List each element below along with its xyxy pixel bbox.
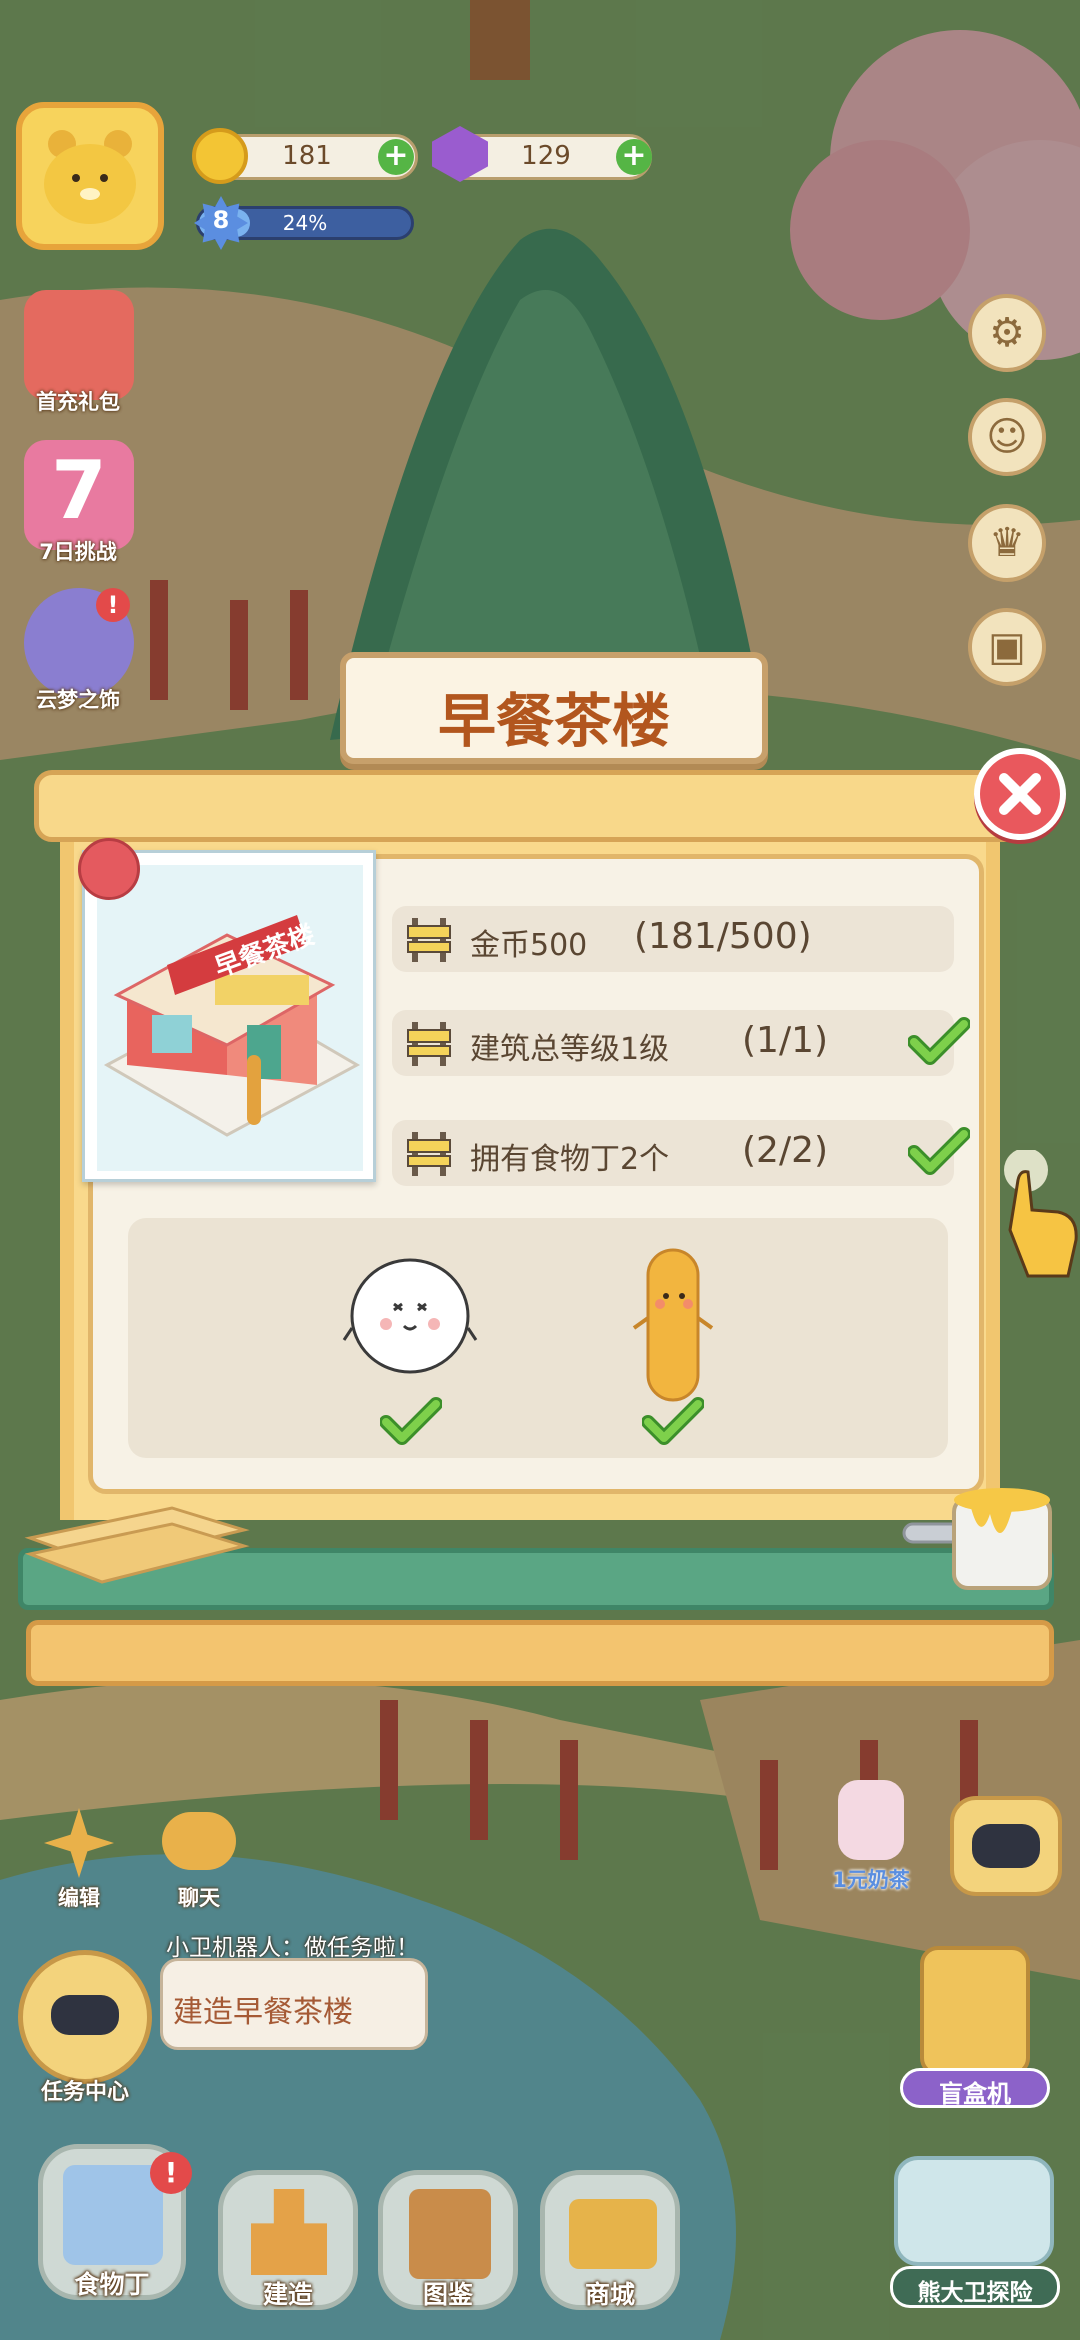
add-gems-button[interactable]: + <box>616 139 652 175</box>
seven-day-label: 7日挑战 <box>39 540 117 564</box>
task-center-label: 任务中心 <box>40 2080 129 2105</box>
cloud-dream-button[interactable]: ! 云梦之饰 <box>18 588 138 718</box>
shop-label: 商城 <box>584 2280 635 2309</box>
adventure-button[interactable]: 熊大卫探险 <box>878 2146 1072 2316</box>
task-bubble[interactable]: 建造早餐茶楼 <box>160 1958 428 2050</box>
chat-label: 聊天 <box>178 1886 220 1910</box>
backpack-button[interactable]: ▣ <box>968 608 1046 686</box>
shopping-cart-icon <box>569 2199 657 2269</box>
gift-pack-icon <box>24 290 134 400</box>
task-center-button[interactable]: 任务中心 <box>10 1950 160 2108</box>
encyclopedia-label: 图鉴 <box>422 2280 473 2309</box>
move-arrows-icon <box>44 1808 114 1878</box>
chat-face-icon: ☺ <box>986 414 1028 460</box>
build-label: 建造 <box>262 2280 313 2309</box>
trophy-icon: ♛ <box>989 520 1025 566</box>
milk-tea-label: 1元奶茶 <box>832 1868 910 1892</box>
add-coins-button[interactable]: + <box>378 139 414 175</box>
building-preview: 早餐茶楼 <box>97 865 363 1171</box>
required-foods-area <box>128 1218 948 1458</box>
build-button[interactable]: 建造 <box>218 2170 358 2310</box>
dialog-title-board: 早餐茶楼 <box>340 652 768 764</box>
dialog-panel-top <box>34 770 1028 842</box>
vending-machine-icon <box>920 1946 1030 2076</box>
requirement-count: (2/2) <box>742 1130 829 1171</box>
requirement-count: (1/1) <box>742 1020 829 1061</box>
cloud-dream-label: 云梦之饰 <box>36 688 120 712</box>
barricade-icon <box>407 1132 451 1176</box>
first-recharge-label: 首充礼包 <box>36 390 120 414</box>
building-photo: 早餐茶楼 <box>82 850 376 1182</box>
robot-avatar-icon <box>18 1950 152 2084</box>
tutorial-pointer-hand-icon <box>1004 1150 1078 1278</box>
workbench-base <box>26 1620 1054 1686</box>
chat-bubble-icon <box>162 1812 236 1870</box>
pushpin-icon <box>78 838 140 900</box>
barricade-icon <box>407 1022 451 1066</box>
adventure-tag: 熊大卫探险 <box>890 2266 1060 2308</box>
encyclopedia-button[interactable]: 图鉴 <box>378 2170 518 2310</box>
task-bubble-text: 建造早餐茶楼 <box>173 1995 353 2030</box>
chat-face-button[interactable]: ☺ <box>968 398 1046 476</box>
adventure-label: 熊大卫探险 <box>917 2280 1033 2306</box>
settings-button[interactable]: ⚙ <box>968 294 1046 372</box>
barricade-icon <box>407 918 451 962</box>
settings-icon: ⚙ <box>989 310 1025 356</box>
requirement-label: 金币500 <box>470 928 588 963</box>
paint-bucket-wrench-decor <box>902 1488 1052 1590</box>
camper-van-icon <box>894 2156 1054 2266</box>
check-icon <box>642 1397 704 1445</box>
alert-badge: ! <box>96 588 130 622</box>
check-icon <box>908 1017 970 1065</box>
coin-icon <box>192 128 248 184</box>
blind-box-label: 盲盒机 <box>939 2080 1011 2108</box>
requirement-row-building-level: 建筑总等级1级 (1/1) <box>392 1010 970 1076</box>
player-avatar[interactable] <box>16 102 164 250</box>
robot-helper-button[interactable] <box>950 1796 1062 1896</box>
backpack-icon: ▣ <box>988 624 1026 670</box>
food-card-icon <box>63 2165 163 2265</box>
robot-face-icon <box>972 1824 1040 1868</box>
first-recharge-gift-button[interactable]: 首充礼包 <box>18 290 138 420</box>
requirement-row-coins: 金币500 (181/500) <box>392 906 954 972</box>
bear-face-icon <box>44 130 136 224</box>
robot-message: 小卫机器人：做任务啦！ <box>166 1935 419 1961</box>
seven-day-icon: 7 <box>24 440 134 550</box>
level-number: 8 <box>212 206 230 234</box>
fried-dough-stick-food-character <box>632 1248 714 1402</box>
close-dialog-button[interactable] <box>974 748 1066 840</box>
chat-button[interactable]: 聊天 <box>144 1808 254 1918</box>
edit-button[interactable]: 编辑 <box>24 1808 134 1918</box>
milk-tea-offer-button[interactable]: 1元奶茶 <box>806 1780 936 1900</box>
dumpling-food-character <box>342 1258 478 1374</box>
shop-button[interactable]: 商城 <box>540 2170 680 2310</box>
seven-day-challenge-button[interactable]: 7 7日挑战 <box>18 440 138 570</box>
milk-tea-icon <box>838 1780 904 1860</box>
wood-planks-decor <box>24 1506 250 1584</box>
book-icon <box>409 2189 491 2279</box>
requirement-label: 拥有食物丁2个 <box>470 1142 670 1177</box>
alert-badge: ! <box>150 2152 192 2194</box>
requirement-row-food-count: 拥有食物丁2个 (2/2) <box>392 1120 970 1186</box>
requirement-count: (181/500) <box>634 916 812 957</box>
check-icon <box>908 1127 970 1175</box>
blind-box-tag: 盲盒机 <box>900 2068 1050 2108</box>
trophy-button[interactable]: ♛ <box>968 504 1046 582</box>
requirement-label: 建筑总等级1级 <box>470 1032 670 1067</box>
build-tool-icon <box>251 2189 327 2275</box>
close-icon <box>999 773 1041 815</box>
dialog-title: 早餐茶楼 <box>437 687 670 755</box>
blind-box-machine-button[interactable]: 盲盒机 <box>880 1946 1070 2116</box>
food-label: 食物丁 <box>74 2270 150 2299</box>
edit-label: 编辑 <box>58 1886 100 1910</box>
check-icon <box>380 1397 442 1445</box>
